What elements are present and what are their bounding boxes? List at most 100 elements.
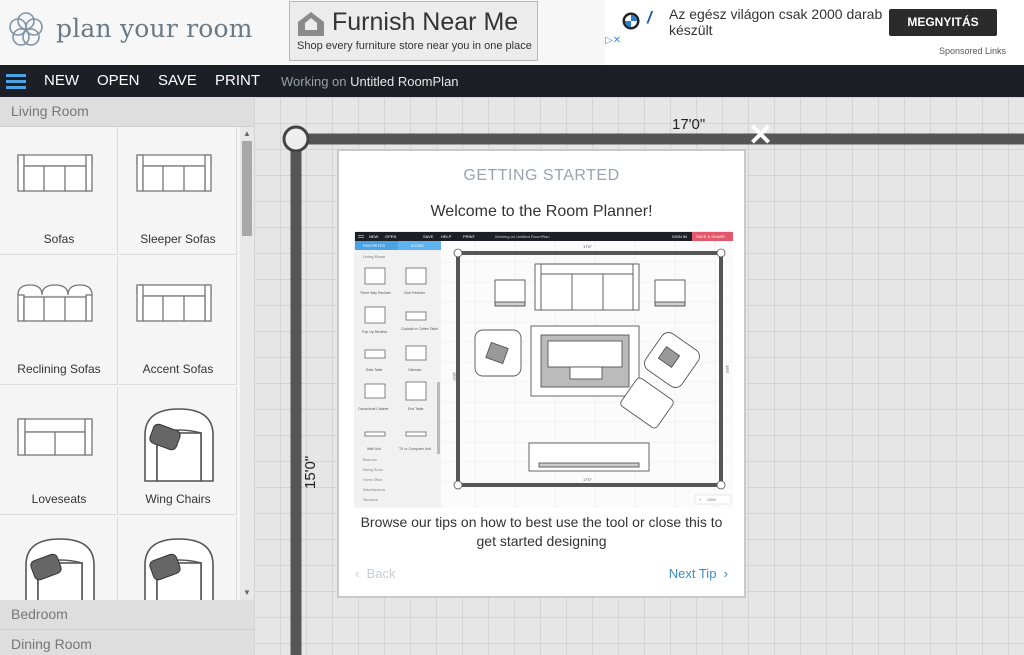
open-button[interactable]: OPEN: [97, 72, 140, 89]
furniture-item-label: Accent Sofas: [142, 362, 214, 376]
mini-item: End Table: [408, 407, 424, 411]
mini-signin: SIGN IN: [672, 234, 687, 239]
chevron-left-icon: ‹: [355, 566, 360, 581]
furniture-item-sleeper-sofas[interactable]: Sleeper Sofas: [119, 127, 237, 255]
mini-category: Miscellaneous: [363, 488, 385, 492]
mini-item: Three Way Recliner: [360, 291, 392, 295]
accent-sofa-icon: [136, 284, 212, 322]
house-icon: [298, 12, 324, 36]
furniture-item-reclining-sofas[interactable]: Reclining Sofas: [0, 257, 118, 385]
sofa-icon: [17, 154, 93, 192]
close-icon[interactable]: ✕: [748, 121, 773, 151]
adchoices-icon[interactable]: ▷✕: [605, 35, 621, 46]
bmw-ad[interactable]: / Az egész világon csak 2000 darab készü…: [605, 0, 1024, 65]
working-prefix: Working on: [281, 74, 347, 89]
reclining-sofa-icon: [17, 284, 93, 322]
sleeper-sofa-icon: [136, 154, 212, 192]
next-label: Next Tip: [668, 566, 717, 581]
mini-category: Structural: [363, 498, 378, 502]
furniture-item-label: Reclining Sofas: [17, 362, 101, 376]
mini-menu-item: HELP: [441, 234, 452, 239]
main-toolbar: NEW OPEN SAVE PRINT Working on Untitled …: [0, 65, 1024, 97]
category-living-room[interactable]: Living Room: [0, 97, 254, 127]
working-on-label: Working on Untitled RoomPlan: [281, 74, 459, 89]
mini-save-share: SAVE & SHARE: [696, 234, 725, 239]
furniture-item-label: Loveseats: [31, 492, 87, 506]
site-header: plan your room Furnish Near Me Shop ever…: [0, 0, 1024, 65]
furniture-item-label: Sofas: [43, 232, 75, 246]
modal-description: Browse our tips on how to best use the t…: [360, 514, 723, 549]
mini-menu-item: NEW: [369, 234, 379, 239]
flower-logo-icon[interactable]: [6, 10, 46, 50]
category-bedroom[interactable]: Bedroom: [0, 600, 254, 630]
print-button[interactable]: PRINT: [215, 72, 260, 89]
chevron-right-icon: ›: [723, 566, 728, 581]
bmw-logo-icon: [622, 12, 640, 30]
mini-category: Living Room: [363, 254, 386, 259]
wall-corner-handle: [282, 125, 310, 153]
app-page: plan your room Furnish Near Me Shop ever…: [0, 0, 1024, 655]
mini-item: Wall Unit: [367, 447, 381, 451]
armchair-icon: [144, 538, 214, 600]
furniture-item-chair[interactable]: [0, 517, 118, 600]
save-button[interactable]: SAVE: [158, 72, 197, 89]
scroll-down-icon[interactable]: ▼: [242, 588, 252, 598]
modal-kicker: GETTING STARTED: [463, 167, 620, 184]
furniture-item-wing-chairs[interactable]: Wing Chairs: [119, 387, 237, 515]
scroll-thumb[interactable]: [242, 141, 252, 236]
document-name[interactable]: Untitled RoomPlan: [350, 74, 458, 89]
mini-item: Pop Up Recliner: [362, 330, 388, 334]
furniture-grid: Sofas Sleeper Sofas Reclining Sofas Acce…: [0, 127, 240, 600]
furniture-item-loveseats[interactable]: Loveseats: [0, 387, 118, 515]
mini-category: Dining Room: [363, 468, 383, 472]
furniture-sidebar: Living Room Sofas Sleeper Sofas Reclinin…: [0, 97, 254, 655]
mini-item: Occasional Cabinet: [358, 407, 388, 411]
furnish-ad[interactable]: Furnish Near Me Shop every furniture sto…: [289, 1, 538, 61]
sidebar-scrollbar[interactable]: ▲ ▼: [240, 127, 254, 600]
mini-dim-side: 15'0": [725, 365, 730, 374]
mini-item: Cocktail or Coffee Table: [401, 327, 438, 331]
mini-item: Sofa Table: [366, 368, 383, 372]
mini-item: Club Recliner: [404, 291, 426, 295]
furniture-item-accent-sofas[interactable]: Accent Sofas: [119, 257, 237, 385]
site-logo-text[interactable]: plan your room: [56, 14, 253, 43]
mini-working: Working on Untitled RoomPlan: [495, 234, 550, 239]
next-tip-button[interactable]: Next Tip ›: [669, 566, 728, 581]
room-height-label: 15'0": [302, 455, 319, 489]
category-dining-room[interactable]: Dining Room: [0, 630, 254, 655]
mini-item: Ottoman: [408, 368, 421, 372]
back-button[interactable]: ‹ Back: [355, 566, 395, 581]
scroll-up-icon[interactable]: ▲: [242, 129, 252, 139]
mini-item: TV or Computer Unit: [399, 447, 431, 451]
mini-dim-top: 17'0": [583, 244, 592, 249]
wing-chair-icon: [144, 408, 214, 482]
furniture-item-sofas[interactable]: Sofas: [0, 127, 118, 255]
back-label: Back: [366, 566, 396, 581]
furniture-item-chair-2[interactable]: [119, 517, 237, 600]
mini-dim-side: 15'0": [452, 372, 457, 381]
mini-zoom-level: 100%: [707, 498, 716, 502]
hamburger-icon[interactable]: [6, 74, 26, 89]
open-ad-button[interactable]: MEGNYITÁS: [889, 9, 997, 36]
ad-subtitle: Shop every furniture store near you in o…: [297, 40, 532, 52]
furniture-item-label: Sleeper Sofas: [140, 232, 216, 246]
mini-menu-item: PRINT: [463, 234, 476, 239]
mini-tab: FAVORITES: [363, 243, 385, 248]
mini-menu-item: SAVE: [423, 234, 434, 239]
armchair-icon: [25, 538, 95, 600]
ad-text: Az egész világon csak 2000 darab készült: [669, 6, 883, 38]
mini-category: Home Office: [363, 478, 382, 482]
mini-menu-item: OPEN: [385, 234, 396, 239]
mini-dim-bottom: 17'0": [583, 477, 592, 482]
tutorial-screenshot: NEW OPEN SAVE HELP PRINT Working on Unti…: [354, 231, 733, 508]
getting-started-modal: GETTING STARTED Welcome to the Room Plan…: [337, 149, 746, 598]
sponsored-links[interactable]: Sponsored Links: [939, 46, 1006, 56]
loveseat-icon: [17, 418, 93, 456]
modal-title: Welcome to the Room Planner!: [430, 203, 653, 220]
furniture-item-label: Wing Chairs: [145, 492, 211, 506]
room-width-label: 17'0": [672, 116, 706, 133]
mini-category: Bedroom: [363, 458, 377, 462]
new-button[interactable]: NEW: [44, 72, 79, 89]
slash-icon: /: [647, 8, 652, 27]
mini-tab: ICONS: [411, 243, 424, 248]
